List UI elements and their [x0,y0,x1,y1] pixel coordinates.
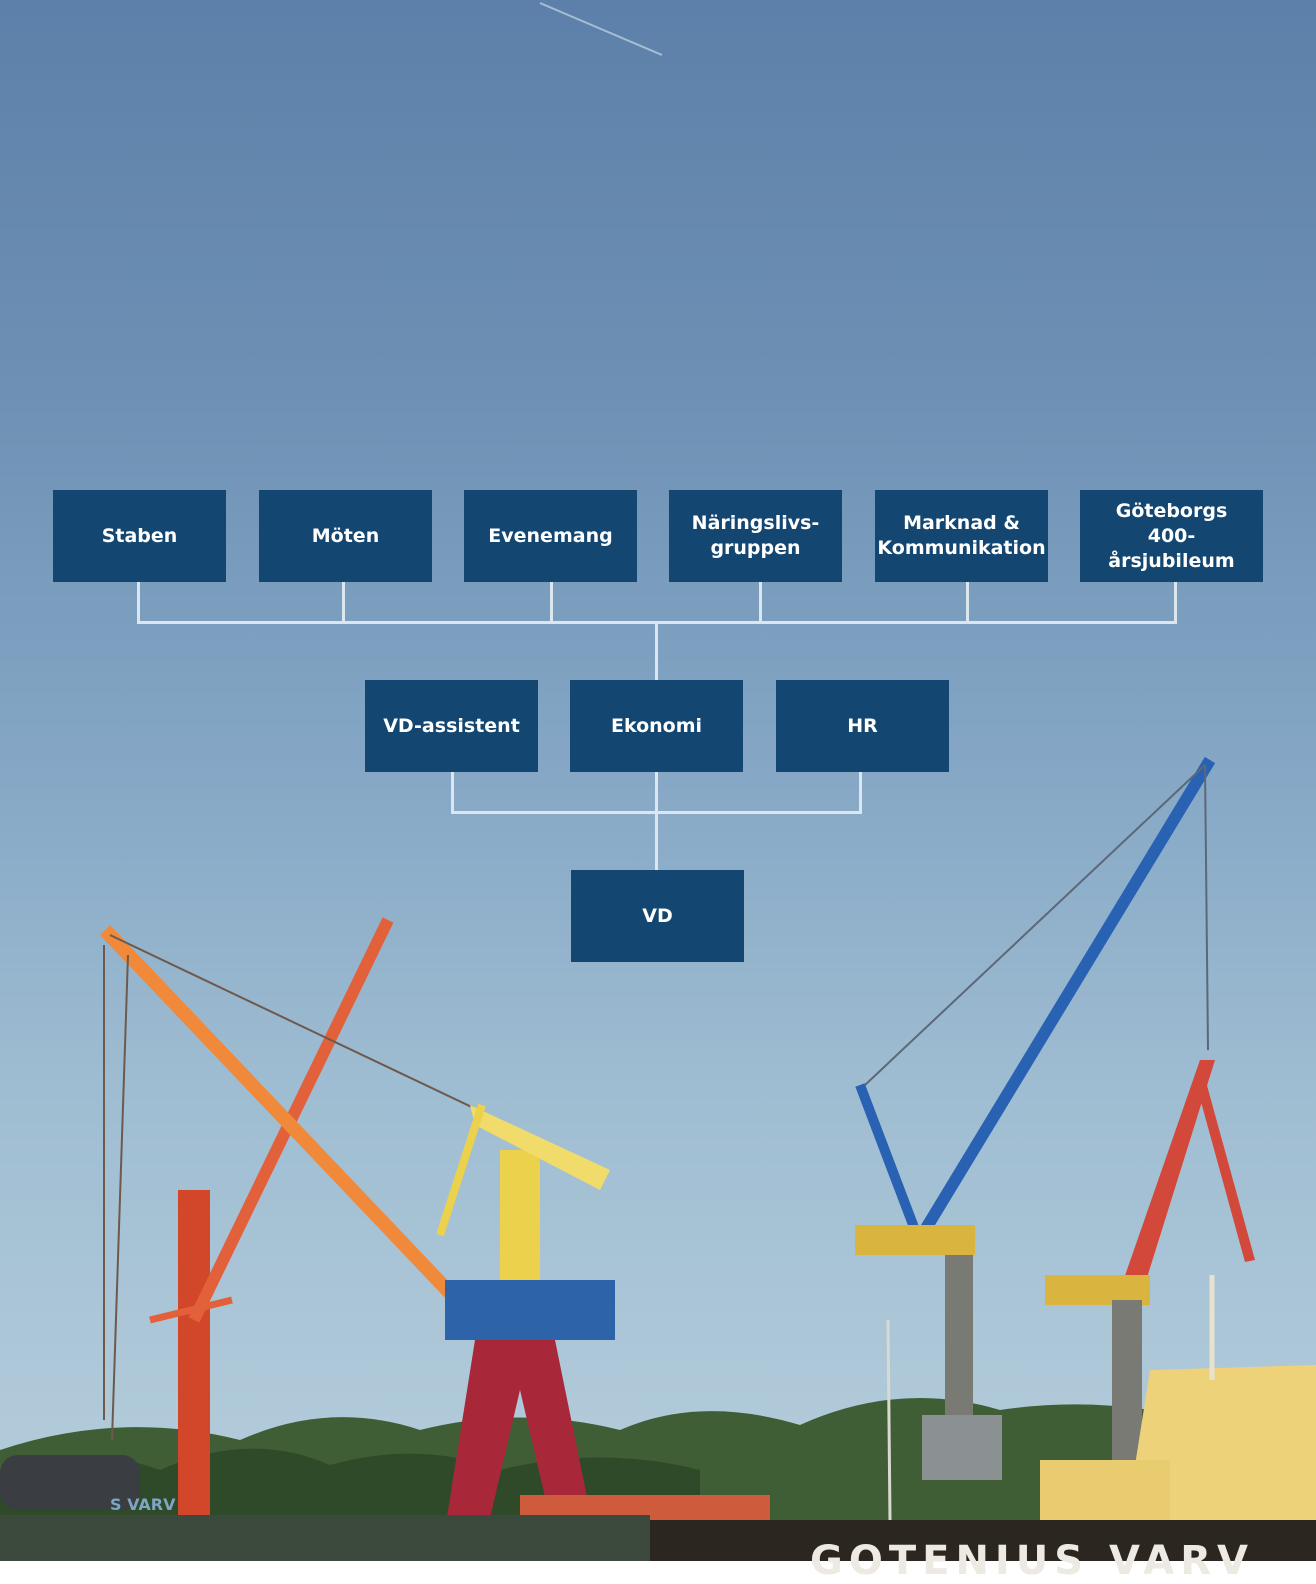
connector-naringslivsgruppen [759,582,762,624]
connector-moten [342,582,345,624]
org-box-vd-assistent: VD-assistent [365,680,538,772]
connector-ekonomi [655,772,658,871]
org-box-ekonomi: Ekonomi [570,680,743,772]
connector-hr [859,772,862,814]
connector-top-to-middle [655,621,658,681]
sign-lettering: S VARV [110,1495,176,1514]
org-box-goteborgs-jubileum: Göteborgs 400-årsjubileum [1080,490,1263,582]
connector-staben [137,582,140,624]
connector-jubileum [1174,582,1177,624]
connector-evenemang [550,582,553,624]
ship-lettering: GOTENIUS VARV [810,1538,1254,1584]
org-box-moten: Möten [259,490,432,582]
harbour-cranes-photo [0,2,1316,1561]
org-box-hr: HR [776,680,949,772]
org-box-vd: VD [571,870,744,962]
org-box-evenemang: Evenemang [464,490,637,582]
connector-vd-assistent [451,772,454,814]
org-box-naringslivsgruppen: Näringslivs- gruppen [669,490,842,582]
connector-marknad [966,582,969,624]
org-box-marknad-kommunikation: Marknad & Kommunikation [875,490,1048,582]
org-box-staben: Staben [53,490,226,582]
